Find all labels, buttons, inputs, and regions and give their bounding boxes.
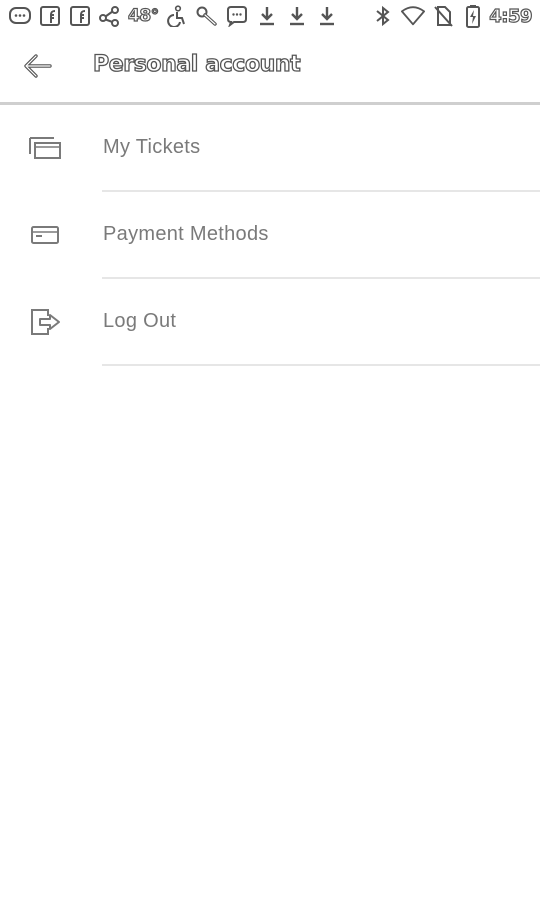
account-menu: My Tickets Payment Methods Log Out <box>0 105 540 366</box>
menu-item-label: Payment Methods <box>103 223 269 245</box>
battery-icon <box>461 4 485 28</box>
no-sim-icon <box>431 4 455 28</box>
screen: 48° 4:59 Personal account My Tickets Pay… <box>0 0 540 897</box>
status-bar: 48° 4:59 <box>0 0 540 32</box>
download-icon <box>285 4 309 28</box>
app-bar: Personal account <box>0 32 540 105</box>
download-icon <box>255 4 279 28</box>
menu-item-log-out[interactable]: Log Out <box>0 279 540 366</box>
arrow-left-icon <box>22 53 52 84</box>
menu-item-label: My Tickets <box>103 136 201 158</box>
back-button[interactable] <box>10 45 64 91</box>
clock-text: 4:59 <box>489 5 533 27</box>
logout-icon <box>26 307 64 337</box>
wrench-icon <box>195 4 219 28</box>
chat-icon <box>225 4 249 28</box>
bluetooth-icon <box>371 4 395 28</box>
facebook-icon <box>68 4 92 28</box>
wifi-icon <box>401 4 426 28</box>
status-bar-system: 4:59 <box>365 3 533 29</box>
status-bar-notifications: 48° <box>8 3 345 29</box>
facebook-icon <box>38 4 62 28</box>
credit-card-icon <box>26 220 64 250</box>
menu-item-my-tickets[interactable]: My Tickets <box>0 105 540 192</box>
menu-item-payment-methods[interactable]: Payment Methods <box>0 192 540 279</box>
share-icon <box>98 4 122 28</box>
message-icon <box>8 4 32 28</box>
page-title: Personal account <box>92 51 301 77</box>
accessibility-icon <box>165 4 189 28</box>
temperature-text: 48° <box>127 5 159 26</box>
divider <box>102 364 540 366</box>
menu-item-label: Log Out <box>103 310 177 332</box>
tickets-icon <box>26 133 64 163</box>
download-icon <box>315 4 339 28</box>
